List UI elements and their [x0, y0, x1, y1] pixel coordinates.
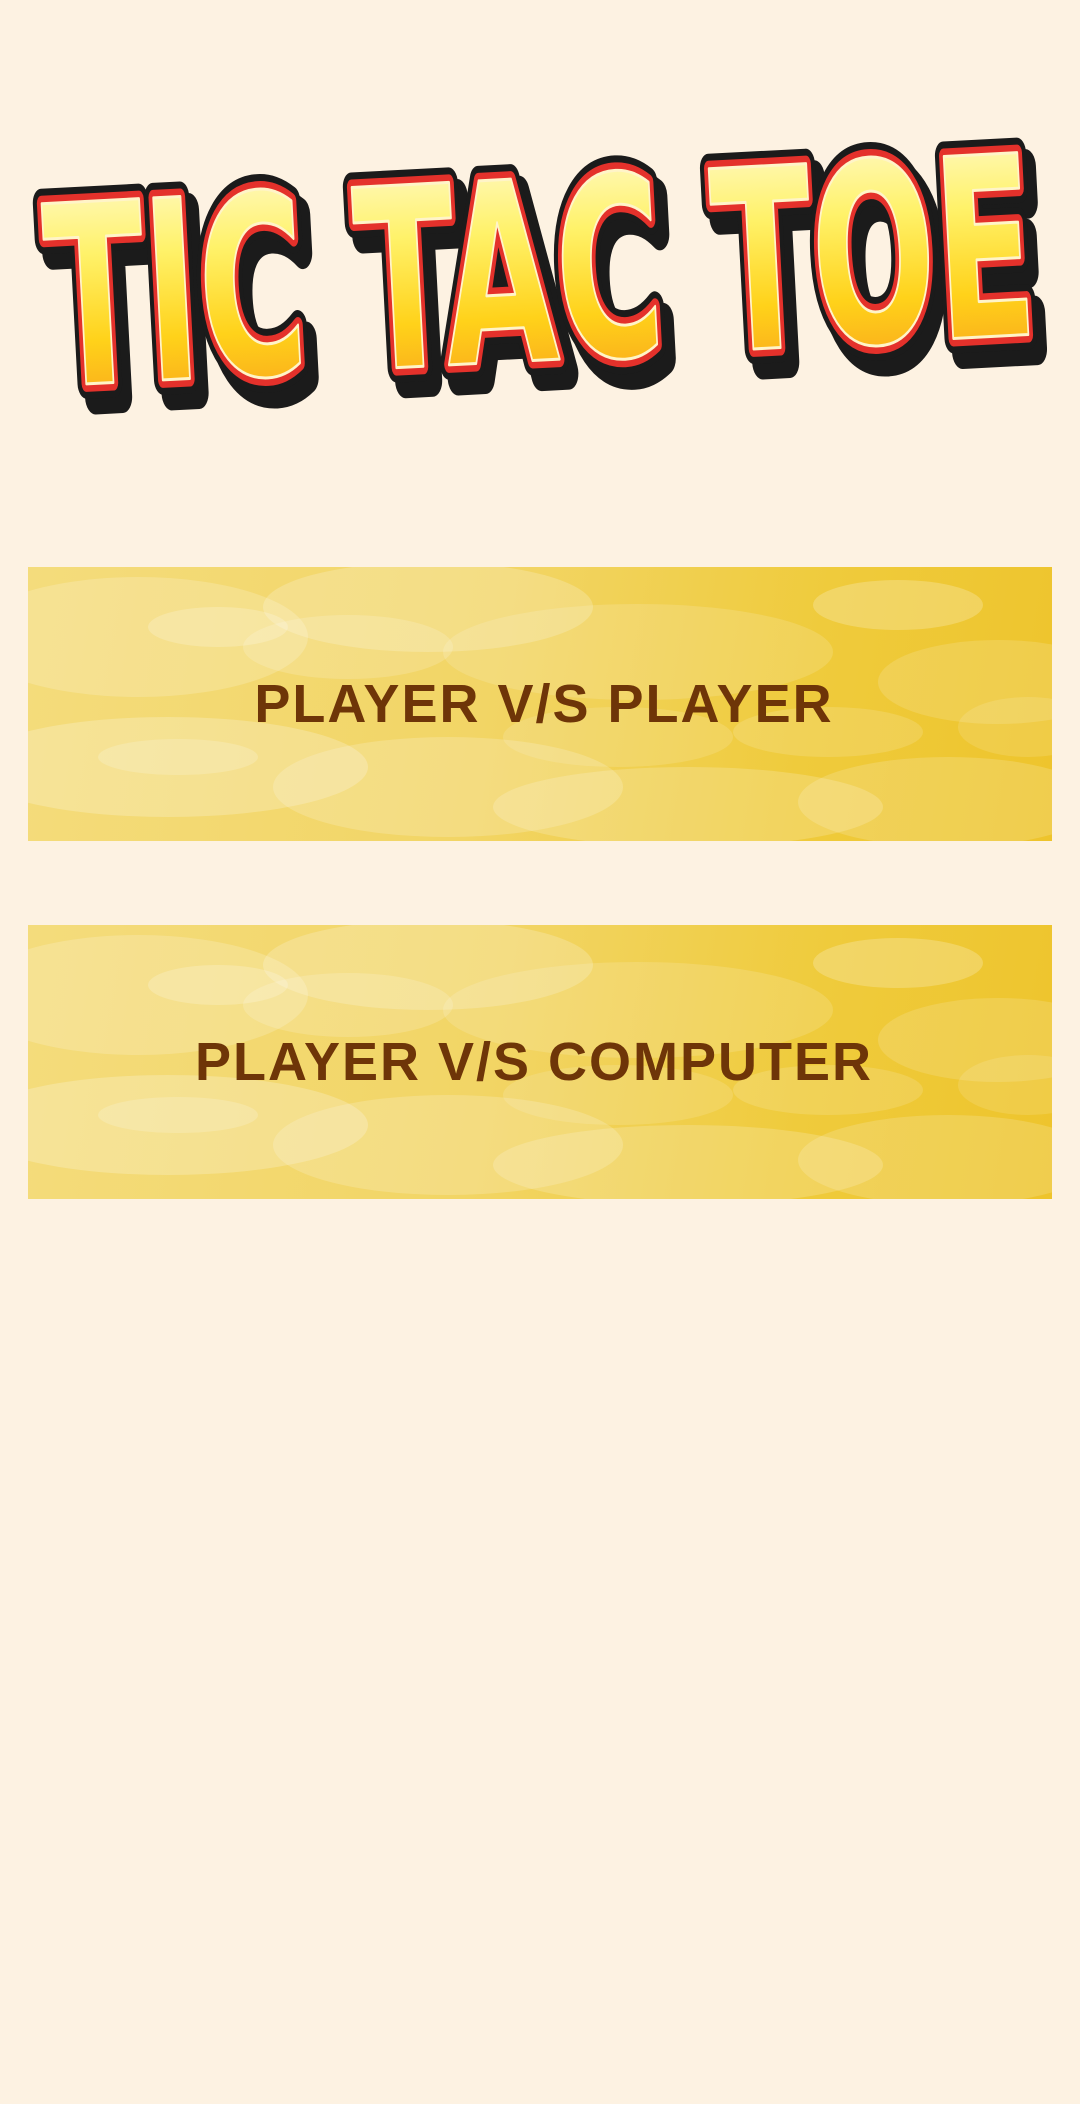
player-vs-player-label: PLAYER V/S PLAYER — [254, 674, 834, 734]
tic-tac-toe-logo: TIC TAC TOE TIC TAC TOE TIC TAC TOE TIC … — [23, 87, 1068, 475]
player-vs-player-button[interactable]: PLAYER V/S PLAYER — [28, 567, 1052, 841]
svg-text:TIC TAC TOE: TIC TAC TOE — [38, 102, 1042, 444]
main-menu-screen: TIC TAC TOE TIC TAC TOE TIC TAC TOE TIC … — [0, 0, 1080, 2104]
logo-artwork: TIC TAC TOE TIC TAC TOE TIC TAC TOE TIC … — [23, 87, 1068, 475]
player-vs-computer-button[interactable]: PLAYER V/S COMPUTER — [28, 925, 1052, 1199]
player-vs-computer-label: PLAYER V/S COMPUTER — [194, 1032, 874, 1092]
